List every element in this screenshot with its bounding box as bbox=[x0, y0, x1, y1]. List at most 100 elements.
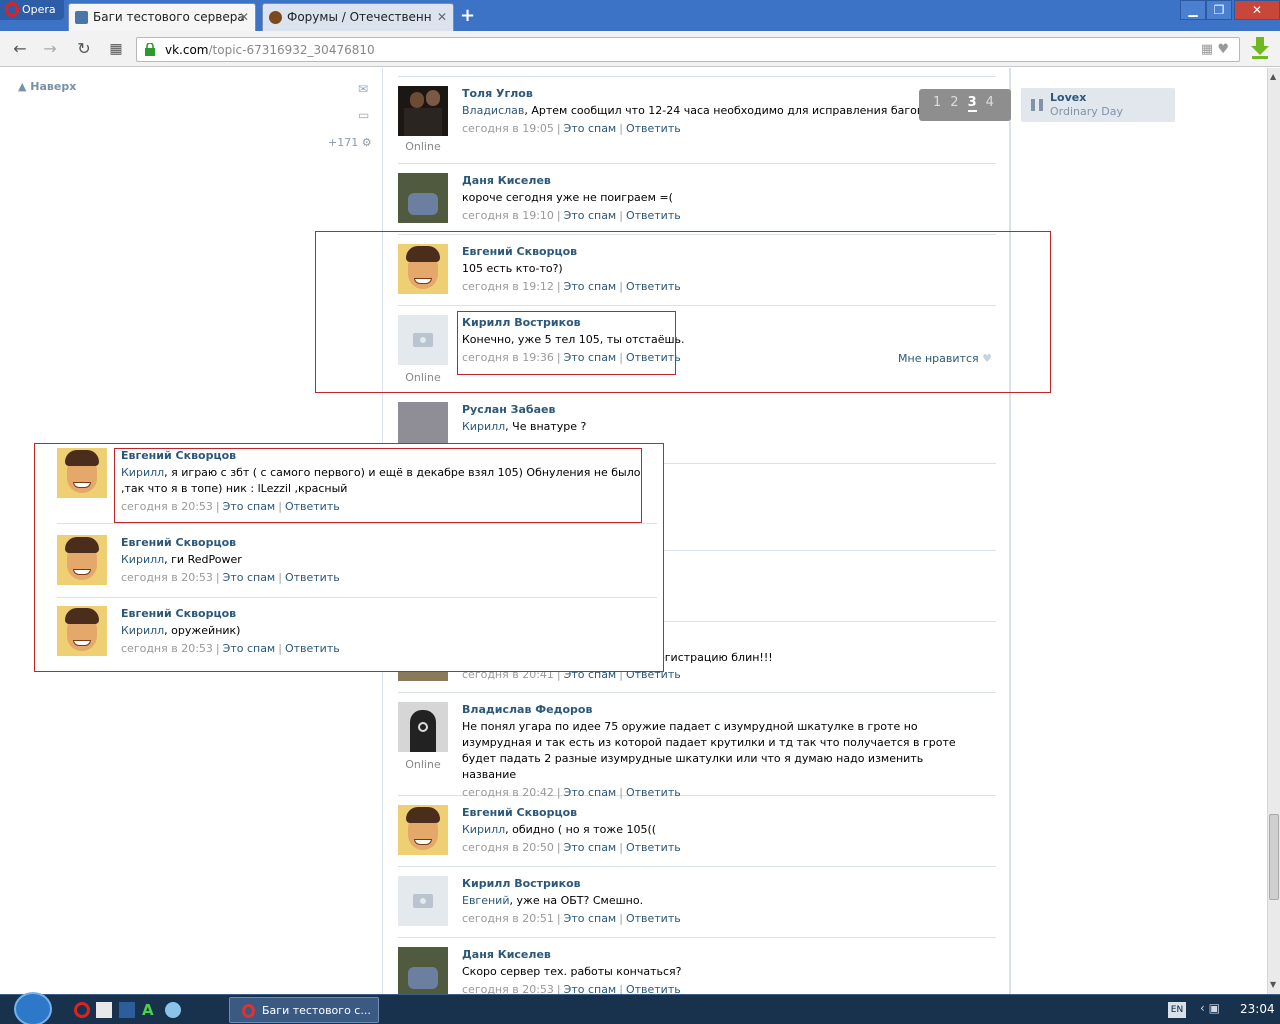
reply-link[interactable]: Ответить bbox=[626, 983, 681, 994]
speed-dial-icon[interactable]: ▦ bbox=[106, 39, 126, 59]
spam-link[interactable]: Это спам bbox=[564, 983, 617, 994]
forward-icon[interactable]: → bbox=[40, 39, 60, 59]
post-author[interactable]: Даня Киселев bbox=[462, 947, 992, 963]
minimize-icon[interactable]: ▁ bbox=[1180, 0, 1206, 20]
scroll-to-top-link[interactable]: ▲ Наверх bbox=[18, 80, 76, 93]
clock[interactable]: 23:04 bbox=[1240, 1002, 1275, 1016]
user-avatar[interactable] bbox=[398, 947, 448, 994]
audio-player[interactable]: Lovex Ordinary Day bbox=[1021, 88, 1175, 122]
post-author[interactable]: Евгений Скворцов bbox=[121, 535, 651, 551]
post-text: Евгений, уже на ОБТ? Смешно. bbox=[462, 893, 992, 909]
page-link[interactable]: 2 bbox=[950, 95, 958, 110]
post-time[interactable]: сегодня в 19:05 bbox=[462, 122, 554, 135]
post-author[interactable]: Евгений Скворцов bbox=[462, 805, 992, 821]
spam-link[interactable]: Это спам bbox=[564, 912, 617, 925]
user-avatar[interactable] bbox=[398, 86, 448, 136]
user-avatar[interactable] bbox=[57, 448, 107, 498]
download-icon[interactable] bbox=[1250, 37, 1270, 59]
stash-heart-icon[interactable]: ▦ ♥ bbox=[1201, 42, 1229, 57]
user-avatar[interactable] bbox=[57, 606, 107, 656]
opera-menu-button[interactable]: Opera bbox=[0, 0, 64, 20]
spam-link[interactable]: Это спам bbox=[564, 122, 617, 135]
tab-active[interactable]: Баги тестового сервера ✕ bbox=[68, 3, 256, 31]
page-link[interactable]: 1 bbox=[933, 95, 941, 110]
user-avatar[interactable] bbox=[398, 876, 448, 926]
page-link[interactable]: 4 bbox=[986, 95, 994, 110]
reply-link[interactable]: Ответить bbox=[285, 642, 340, 655]
user-avatar[interactable] bbox=[398, 173, 448, 223]
post-author[interactable]: Даня Киселев bbox=[462, 173, 992, 189]
reply-to-name[interactable]: Кирилл bbox=[121, 553, 164, 566]
system-tray-icons[interactable]: ‹ ▣ bbox=[1200, 1001, 1220, 1015]
post-time[interactable]: сегодня в 20:53 bbox=[121, 571, 213, 584]
post-text-content: , обидно ( но я тоже 105(( bbox=[505, 823, 657, 836]
reply-to-name[interactable]: Кирилл bbox=[462, 823, 505, 836]
a-app-taskbar-icon[interactable]: A bbox=[142, 1002, 158, 1018]
post-author[interactable]: Кирилл Востриков bbox=[462, 876, 992, 892]
post-item: Евгений Скворцов Кирилл, оружейник) сего… bbox=[57, 598, 657, 669]
taskbar-task-opera[interactable]: Баги тестового с... bbox=[229, 997, 379, 1023]
scroll-up-icon[interactable]: ▲ bbox=[1270, 72, 1276, 81]
post-author[interactable]: Толя Углов bbox=[462, 86, 992, 102]
spam-link[interactable]: Это спам bbox=[223, 571, 276, 584]
close-window-icon[interactable]: ✕ bbox=[1234, 0, 1280, 20]
spam-link[interactable]: Это спам bbox=[564, 209, 617, 222]
reply-link[interactable]: Ответить bbox=[626, 912, 681, 925]
back-icon[interactable]: ← bbox=[10, 39, 30, 59]
post-body: егистрацию блин!!! bbox=[658, 649, 1188, 666]
tab-forums[interactable]: Форумы / Отечественн ✕ bbox=[262, 3, 454, 31]
post-time[interactable]: сегодня в 20:50 bbox=[462, 841, 554, 854]
maximize-icon[interactable]: ❐ bbox=[1206, 0, 1232, 20]
post-time[interactable]: сегодня в 19:10 bbox=[462, 209, 554, 222]
post-body: Владислав Федоров Не понял угара по идее… bbox=[462, 702, 962, 801]
counter-settings[interactable]: +171 ⚙ bbox=[328, 136, 372, 149]
tab-title: Форумы / Отечественн bbox=[287, 10, 432, 24]
post-author[interactable]: Владислав Федоров bbox=[462, 702, 962, 718]
close-tab-icon[interactable]: ✕ bbox=[239, 10, 249, 24]
highlight-box bbox=[315, 231, 1051, 393]
post-author[interactable]: Руслан Забаев bbox=[462, 402, 992, 418]
reply-to-name[interactable]: Кирилл bbox=[121, 624, 164, 637]
mail-icon[interactable]: ✉ bbox=[358, 82, 372, 96]
reply-link[interactable]: Ответить bbox=[285, 571, 340, 584]
reply-link[interactable]: Ответить bbox=[626, 209, 681, 222]
post-meta: сегодня в 20:53 | Это спам | Ответить bbox=[121, 642, 340, 655]
user-avatar[interactable] bbox=[57, 535, 107, 585]
reload-icon[interactable]: ↻ bbox=[74, 39, 94, 59]
app-taskbar-icon[interactable] bbox=[119, 1002, 135, 1018]
address-field[interactable]: vk.com/topic-67316932_30476810 ▦ ♥ bbox=[136, 37, 1240, 62]
post-item: Даня Киселев Скоро сервер тех. работы ко… bbox=[398, 939, 996, 994]
vertical-scrollbar[interactable]: ▲ ▼ bbox=[1267, 68, 1280, 994]
post-text-content: , Че внатуре ? bbox=[505, 420, 587, 433]
post-time[interactable]: сегодня в 20:51 bbox=[462, 912, 554, 925]
start-button[interactable] bbox=[14, 992, 52, 1024]
reply-to-name[interactable]: Кирилл bbox=[462, 420, 505, 433]
comment-icon[interactable]: ▭ bbox=[358, 108, 372, 122]
page-link-current[interactable]: 3 bbox=[967, 95, 977, 112]
media-taskbar-icon[interactable] bbox=[165, 1002, 181, 1018]
audio-artist[interactable]: Lovex bbox=[1050, 91, 1086, 104]
window-taskbar-icon[interactable] bbox=[96, 1002, 112, 1018]
new-tab-icon[interactable]: + bbox=[460, 5, 475, 26]
user-avatar[interactable] bbox=[398, 805, 448, 855]
gear-icon[interactable]: ⚙ bbox=[362, 136, 372, 149]
post-time[interactable]: сегодня в 20:53 bbox=[121, 642, 213, 655]
spam-link[interactable]: Это спам bbox=[223, 642, 276, 655]
reply-to-name[interactable]: Владислав bbox=[462, 104, 524, 117]
close-tab-icon[interactable]: ✕ bbox=[437, 10, 447, 24]
opera-taskbar-icon[interactable] bbox=[74, 1002, 90, 1018]
reply-link[interactable]: Ответить bbox=[626, 122, 681, 135]
reply-link[interactable]: Ответить bbox=[626, 841, 681, 854]
post-time[interactable]: сегодня в 20:53 bbox=[462, 983, 554, 994]
scroll-thumb[interactable] bbox=[1269, 814, 1279, 900]
pause-icon[interactable] bbox=[1031, 99, 1043, 111]
scroll-down-icon[interactable]: ▼ bbox=[1270, 980, 1276, 989]
post-item: Евгений Скворцов Кирилл, обидно ( но я т… bbox=[398, 797, 996, 867]
language-indicator[interactable]: EN bbox=[1168, 1002, 1186, 1018]
user-avatar[interactable] bbox=[398, 702, 448, 752]
spam-link[interactable]: Это спам bbox=[564, 841, 617, 854]
post-author[interactable]: Евгений Скворцов bbox=[121, 606, 651, 622]
audio-title[interactable]: Ordinary Day bbox=[1050, 105, 1123, 118]
column-divider bbox=[1010, 68, 1011, 994]
reply-to-name[interactable]: Евгений bbox=[462, 894, 509, 907]
